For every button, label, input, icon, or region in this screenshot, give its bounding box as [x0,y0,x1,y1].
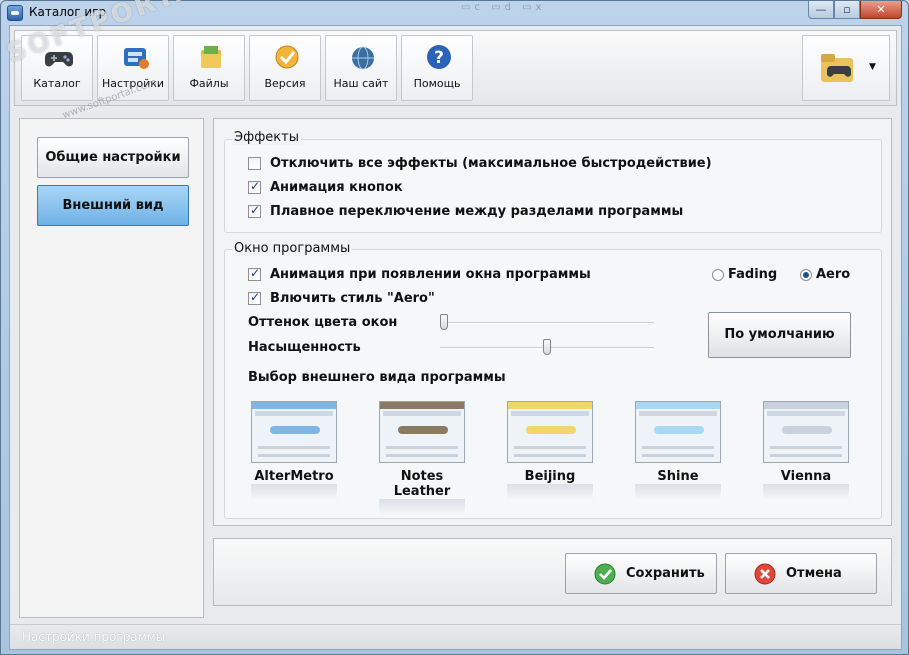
toolbar-button-catalog[interactable]: Каталог [21,35,93,101]
gamepad-icon [45,52,73,67]
theme-name: Beijing [524,469,576,484]
checkbox-label: Анимация кнопок [270,180,403,195]
theme-reflection [507,484,593,500]
theme-preview[interactable] [251,401,337,463]
app-window: Каталог игр ▭c ▭d ▭x — ▫ ✕ Каталог Настр… [0,0,909,655]
status-bar: Настройки программы [10,624,901,649]
theme-name: Vienna [780,469,832,484]
checkbox-smooth-switch[interactable]: Плавное переключение между разделами про… [248,203,684,219]
theme-preview[interactable] [507,401,593,463]
radio-label: Fading [728,267,778,282]
hue-label: Оттенок цвета окон [248,315,398,330]
globe-icon [352,46,374,70]
settings-icon [124,48,149,69]
radio-circle[interactable] [800,268,812,281]
toolbar-button-version[interactable]: Версия [249,35,321,101]
toolbar: Каталог Настройки Файлы Версия Наш сайт … [14,30,897,106]
app-icon [7,5,23,21]
effects-title: Эффекты [232,130,301,145]
close-button[interactable]: ✕ [860,1,902,19]
theme-option[interactable]: Vienna [756,401,856,500]
theme-name: Shine [657,469,699,484]
theme-reflection [379,499,465,515]
checkmark-icon [594,563,616,585]
gamepad-folder-icon [821,54,853,82]
checkbox-label: Влючить стиль "Aero" [270,291,435,306]
save-button[interactable]: Сохранить [565,553,717,594]
toolbar-button-help[interactable]: ? Помощь [401,35,473,101]
theme-option[interactable]: AlterMetro [244,401,344,500]
profile-button[interactable]: ▼ [802,35,890,101]
checkbox-box[interactable] [248,290,261,305]
cancel-button[interactable]: Отмена [725,553,877,594]
hue-slider-thumb[interactable] [440,314,448,330]
theme-reflection [763,484,849,500]
toolbar-label: Помощь [413,77,461,90]
saturation-slider-thumb[interactable] [543,339,551,355]
chevron-down-icon: ▼ [869,62,876,72]
theme-name: AlterMetro [254,469,334,484]
action-bar: Сохранить Отмена [213,538,892,606]
theme-reflection [635,484,721,500]
themes-label: Выбор внешнего вида программы [248,370,506,385]
help-icon: ? [427,45,451,69]
checkbox-box[interactable] [248,266,261,281]
checkbox-aero-style[interactable]: Влючить стиль "Aero" [248,290,435,306]
svg-text:?: ? [434,48,444,68]
theme-option[interactable]: Shine [628,401,728,500]
window-group-title: Окно программы [232,241,353,256]
toolbar-button-website[interactable]: Наш сайт [325,35,397,101]
ghost-taskbar: ▭c ▭d ▭x [461,2,546,13]
theme-reflection [251,484,337,500]
save-label: Сохранить [626,566,705,581]
cancel-label: Отмена [786,566,842,581]
theme-preview[interactable] [635,401,721,463]
appearance-panel: Эффекты Отключить все эффекты (максималь… [213,118,892,526]
hue-slider-track[interactable] [440,322,654,324]
saturation-label: Насыщенность [248,340,361,355]
checkbox-window-animation[interactable]: Анимация при появлении окна программы [248,266,591,282]
version-icon [275,45,299,69]
minimize-button[interactable]: — [808,1,834,19]
checkbox-box[interactable] [248,157,261,170]
nav-item-appearance[interactable]: Внешний вид [37,185,189,226]
theme-preview[interactable] [379,401,465,463]
window-title: Каталог игр [29,5,107,19]
settings-nav: Общие настройки Внешний вид [19,118,204,618]
radio-aero[interactable]: Aero [800,267,850,282]
toolbar-label: Версия [264,77,306,90]
theme-option[interactable]: Notes Leather [372,401,472,515]
default-button[interactable]: По умолчанию [708,312,851,358]
title-bar[interactable]: Каталог игр ▭c ▭d ▭x — ▫ ✕ [1,1,908,25]
toolbar-button-files[interactable]: Файлы [173,35,245,101]
checkbox-disable-effects[interactable]: Отключить все эффекты (максимальное быст… [248,156,712,171]
maximize-button[interactable]: ▫ [834,1,860,19]
checkbox-box[interactable] [248,203,261,218]
toolbar-label: Каталог [33,77,81,90]
checkbox-box[interactable] [248,179,261,194]
toolbar-label: Наш сайт [333,77,389,90]
theme-option[interactable]: Beijing [500,401,600,500]
cancel-icon [754,563,776,585]
radio-label: Aero [816,267,851,282]
toolbar-label: Файлы [189,77,229,90]
checkbox-label: Анимация при появлении окна программы [270,267,591,282]
theme-name: Notes Leather [393,469,451,499]
files-icon [201,46,221,68]
radio-fading[interactable]: Fading [712,267,777,282]
theme-preview[interactable] [763,401,849,463]
client-area: Каталог Настройки Файлы Версия Наш сайт … [9,25,902,650]
checkbox-label: Отключить все эффекты (максимальное быст… [270,156,712,171]
radio-circle[interactable] [712,268,724,281]
checkbox-label: Плавное переключение между разделами про… [270,204,684,219]
nav-item-general[interactable]: Общие настройки [37,137,189,178]
checkbox-button-animation[interactable]: Анимация кнопок [248,179,403,195]
status-text: Настройки программы [22,630,166,644]
